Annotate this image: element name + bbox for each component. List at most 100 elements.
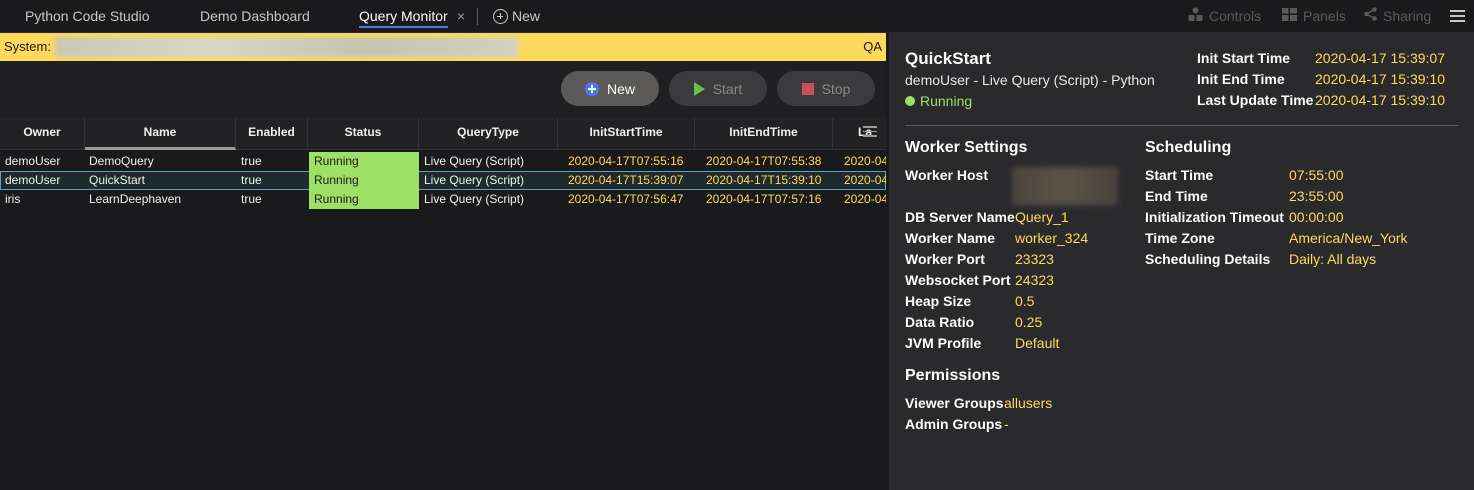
worker-port-label: Worker Port <box>905 251 985 267</box>
db-server-label: DB Server Name <box>905 209 1015 225</box>
cell-status: Running <box>309 152 419 171</box>
heap-size-value: 0.5 <box>1015 293 1035 309</box>
cell-status: Running <box>309 190 419 209</box>
column-header-last[interactable]: La <box>833 118 886 150</box>
query-subtitle: demoUser - Live Query (Script) - Python <box>905 72 1155 88</box>
system-name-redacted <box>55 37 519 57</box>
tab-demo-dashboard[interactable]: Demo Dashboard <box>200 0 310 33</box>
cell-initendtime: 2020-04-17T07:57:16 <box>706 192 822 206</box>
scheduling-heading: Scheduling <box>1145 139 1232 156</box>
start-time-label: Start Time <box>1145 167 1214 183</box>
system-bar: System: QA <box>0 33 886 61</box>
query-detail-panel: QuickStart demoUser - Live Query (Script… <box>889 33 1474 490</box>
column-header-initendtime[interactable]: InitEndTime <box>695 118 833 150</box>
cell-initstarttime: 2020-04-17T07:55:16 <box>568 154 684 168</box>
tab-query-monitor[interactable]: Query Monitor <box>359 0 448 33</box>
admin-groups-value: - <box>1004 416 1009 432</box>
last-update-value: 2020-04-17 15:39:10 <box>1315 92 1445 108</box>
column-header-initstarttime[interactable]: InitStartTime <box>558 118 695 150</box>
db-server-value: Query_1 <box>1015 209 1069 225</box>
cell-owner: demoUser <box>5 173 61 187</box>
cell-enabled: true <box>241 173 262 187</box>
cell-name: LearnDeephaven <box>89 192 182 206</box>
start-label: Start <box>712 80 743 97</box>
new-tab-button[interactable]: New <box>493 0 540 33</box>
heap-size-label: Heap Size <box>905 293 972 309</box>
init-end-value: 2020-04-17 15:39:10 <box>1315 71 1445 87</box>
table-row[interactable]: iris LearnDeephaven true Running Live Qu… <box>0 190 886 209</box>
worker-host-label: Worker Host <box>905 167 988 183</box>
cell-initendtime: 2020-04-17T07:55:38 <box>706 154 822 168</box>
panels-label: Panels <box>1303 8 1346 24</box>
column-options-icon[interactable] <box>863 126 877 138</box>
cell-querytype: Live Query (Script) <box>424 192 525 206</box>
init-start-label: Init Start Time <box>1197 50 1291 66</box>
cell-status: Running <box>309 171 419 190</box>
last-update-label: Last Update Time <box>1197 92 1314 108</box>
column-header-querytype[interactable]: QueryType <box>419 118 558 150</box>
stop-icon <box>801 82 814 95</box>
cell-initendtime: 2020-04-17T15:39:10 <box>706 173 822 187</box>
stop-label: Stop <box>821 80 851 97</box>
time-zone-label: Time Zone <box>1145 230 1215 246</box>
play-icon <box>693 81 705 96</box>
data-ratio-label: Data Ratio <box>905 314 975 330</box>
sharing-button[interactable]: Sharing <box>1364 0 1431 33</box>
tab-separator <box>477 8 478 25</box>
new-tab-label: New <box>512 8 541 24</box>
new-query-button[interactable]: New <box>561 71 659 106</box>
worker-name-value: worker_324 <box>1015 230 1089 246</box>
tab-bar: Python Code Studio Demo Dashboard Query … <box>0 0 1474 33</box>
cell-last: 2020-04 <box>844 192 886 206</box>
table-row[interactable]: demoUser DemoQuery true Running Live Que… <box>0 152 886 171</box>
query-title: QuickStart <box>905 49 991 68</box>
environment-badge: QA <box>863 39 882 54</box>
system-label: System: <box>4 39 51 54</box>
websocket-port-value: 24323 <box>1015 272 1054 288</box>
cell-name: DemoQuery <box>89 154 154 168</box>
table-header: Owner Name Enabled Status QueryType Init… <box>0 118 886 150</box>
cell-last: 2020-04 <box>844 173 886 187</box>
column-header-status[interactable]: Status <box>308 118 419 150</box>
status-text: Running <box>920 93 973 109</box>
tab-close-icon[interactable]: × <box>457 0 465 33</box>
tab-label: Demo Dashboard <box>200 8 310 24</box>
new-label: New <box>606 80 635 97</box>
start-time-value: 07:55:00 <box>1289 167 1344 183</box>
detail-divider <box>905 125 1459 126</box>
sharing-label: Sharing <box>1383 8 1432 24</box>
tab-python-code-studio[interactable]: Python Code Studio <box>25 0 150 33</box>
init-timeout-label: Initialization Timeout <box>1145 209 1284 225</box>
jvm-profile-label: JVM Profile <box>905 335 982 351</box>
cell-querytype: Live Query (Script) <box>424 173 525 187</box>
viewer-groups-value: allusers <box>1004 395 1053 411</box>
worker-settings-heading: Worker Settings <box>905 139 1028 156</box>
plus-circle-icon <box>493 9 508 24</box>
panels-button[interactable]: Panels <box>1282 0 1346 33</box>
time-zone-value: America/New_York <box>1289 230 1408 246</box>
column-header-enabled[interactable]: Enabled <box>236 118 308 150</box>
websocket-port-label: Websocket Port <box>905 272 1011 288</box>
cell-querytype: Live Query (Script) <box>424 154 525 168</box>
plus-icon <box>584 81 599 96</box>
cell-owner: demoUser <box>5 154 61 168</box>
table-row-selected[interactable]: demoUser QuickStart true Running Live Qu… <box>0 171 886 190</box>
menu-icon[interactable] <box>1450 10 1465 22</box>
end-time-label: End Time <box>1145 188 1208 204</box>
start-button[interactable]: Start <box>669 71 767 106</box>
controls-icon <box>1188 0 1203 33</box>
status-dot-icon <box>905 96 915 106</box>
cell-enabled: true <box>241 192 262 206</box>
controls-label: Controls <box>1209 8 1262 24</box>
tab-label: Python Code Studio <box>25 8 150 24</box>
worker-host-redacted <box>1012 167 1118 205</box>
query-monitor-panel: System: QA New Start Stop Owner Name Ena… <box>0 33 886 490</box>
controls-button[interactable]: Controls <box>1188 0 1261 33</box>
worker-name-label: Worker Name <box>905 230 996 246</box>
stop-button[interactable]: Stop <box>777 71 875 106</box>
query-toolbar: New Start Stop <box>0 61 886 118</box>
column-header-owner[interactable]: Owner <box>0 118 85 150</box>
column-header-name[interactable]: Name <box>85 118 236 150</box>
share-icon <box>1364 0 1377 33</box>
query-table: Owner Name Enabled Status QueryType Init… <box>0 118 886 490</box>
